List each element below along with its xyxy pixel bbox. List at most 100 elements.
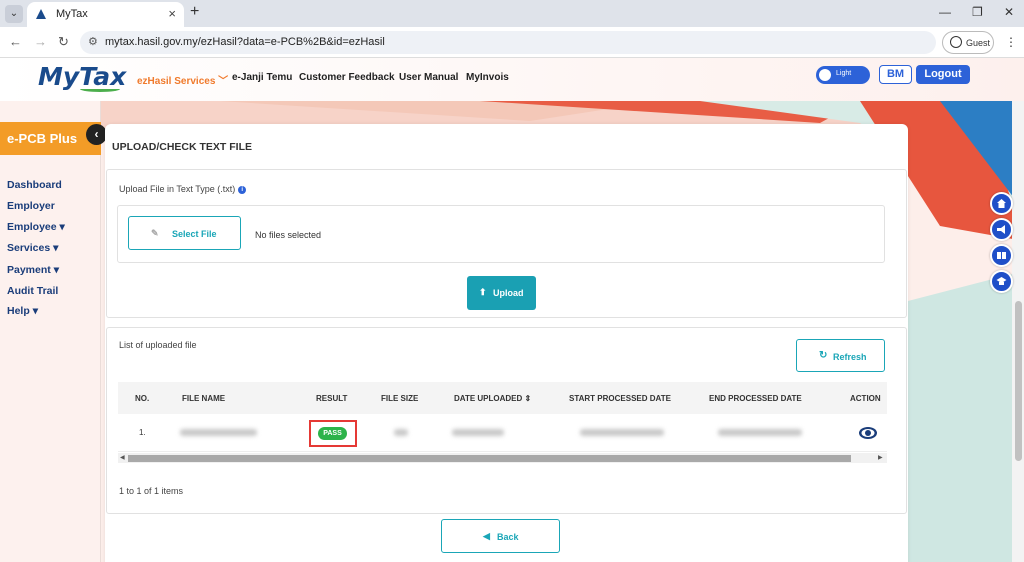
page-title: UPLOAD/CHECK TEXT FILE bbox=[112, 141, 253, 153]
column-header: FILE NAME bbox=[182, 394, 226, 403]
column-header: FILE SIZE bbox=[381, 394, 419, 403]
uploaded-list-label: List of uploaded file bbox=[119, 340, 197, 350]
file-picker-box: ✎ Select File No files selected bbox=[117, 205, 885, 263]
browser-address-bar: ← → ↻ ⚙ mytax.hasil.gov.my/ezHasil?data=… bbox=[0, 27, 1024, 58]
site-header: MyTax ezHasil Services ﹀ e-Janji Temu Cu… bbox=[0, 58, 1024, 101]
sidebar-item-help[interactable]: Help ▾ bbox=[7, 305, 38, 317]
chevron-down-icon: ﹀ bbox=[218, 76, 229, 87]
megaphone-icon bbox=[997, 225, 1005, 234]
eye-icon[interactable] bbox=[858, 426, 878, 440]
redacted-start-date bbox=[580, 429, 664, 436]
pagination-summary: 1 to 1 of 1 items bbox=[119, 486, 184, 496]
status-badge: PASS bbox=[318, 427, 347, 440]
sidebar-item-employee[interactable]: Employee ▾ bbox=[7, 221, 65, 233]
profile-button[interactable]: Guest bbox=[942, 31, 994, 54]
column-header: ACTION bbox=[850, 394, 881, 403]
nav-ezhasil-services[interactable]: ezHasil Services ﹀ bbox=[137, 72, 228, 87]
sort-icon: ⇕ bbox=[524, 394, 532, 403]
scroll-left-icon[interactable]: ◀ bbox=[120, 453, 125, 463]
table-scrollbar-thumb[interactable] bbox=[128, 455, 851, 462]
main-card: UPLOAD/CHECK TEXT FILE Upload File in Te… bbox=[105, 124, 908, 562]
profile-label: Guest bbox=[966, 38, 991, 48]
more-menu-icon[interactable]: ⋮ bbox=[1005, 35, 1017, 49]
chevron-left-icon[interactable]: ‹ bbox=[86, 124, 107, 145]
url-input[interactable]: ⚙ mytax.hasil.gov.my/ezHasil?data=e-PCB%… bbox=[80, 31, 936, 54]
refresh-button-label: Refresh bbox=[833, 352, 867, 362]
sidebar-item-employer[interactable]: Employer bbox=[7, 200, 55, 212]
sortable-column-header[interactable]: DATE UPLOADED ⇕ bbox=[454, 394, 531, 403]
uploaded-files-panel: List of uploaded file ↻ Refresh NO. FILE… bbox=[106, 327, 907, 514]
sidebar-item-payment[interactable]: Payment ▾ bbox=[7, 264, 59, 276]
paperclip-icon: ✎ bbox=[151, 228, 159, 238]
user-icon bbox=[950, 36, 962, 48]
home-float-button[interactable] bbox=[990, 192, 1013, 215]
forward-arrow-icon[interactable]: → bbox=[34, 34, 47, 49]
book-icon bbox=[997, 252, 1006, 259]
sidebar-item-audit-trail[interactable]: Audit Trail bbox=[7, 285, 58, 297]
home-icon bbox=[997, 199, 1006, 208]
page-scrollbar[interactable] bbox=[1012, 101, 1024, 562]
page-scrollbar-thumb[interactable] bbox=[1015, 301, 1022, 461]
reload-icon[interactable]: ↻ bbox=[58, 34, 69, 50]
education-float-button[interactable] bbox=[990, 270, 1013, 293]
scroll-right-icon[interactable]: ▶ bbox=[878, 453, 883, 463]
nav-myinvois[interactable]: MyInvois bbox=[466, 72, 509, 83]
minimize-icon[interactable]: — bbox=[939, 5, 951, 19]
caret-down-icon: ▾ bbox=[59, 221, 65, 233]
page: MyTax ezHasil Services ﹀ e-Janji Temu Cu… bbox=[0, 58, 1024, 562]
graduation-cap-icon bbox=[996, 277, 1007, 285]
manual-float-button[interactable] bbox=[990, 244, 1013, 267]
mytax-favicon-icon bbox=[36, 9, 46, 19]
column-header: RESULT bbox=[316, 394, 348, 403]
refresh-button[interactable]: ↻ Refresh bbox=[796, 339, 885, 372]
tab-title: MyTax bbox=[56, 8, 88, 20]
sidebar-item-services[interactable]: Services ▾ bbox=[7, 242, 58, 254]
refresh-icon: ↻ bbox=[819, 350, 828, 361]
url-text: mytax.hasil.gov.my/ezHasil?data=e-PCB%2B… bbox=[105, 36, 385, 48]
upload-button-label: Upload bbox=[493, 288, 524, 298]
upload-panel: Upload File in Text Type (.txt) i ✎ Selec… bbox=[106, 169, 907, 318]
toggle-knob bbox=[819, 69, 831, 81]
uploaded-files-table: NO. FILE NAME RESULT FILE SIZE DATE UPLO… bbox=[118, 382, 887, 467]
announcement-float-button[interactable] bbox=[990, 218, 1013, 241]
caret-down-icon: ▾ bbox=[32, 305, 38, 317]
select-file-button[interactable]: ✎ Select File bbox=[128, 216, 241, 250]
redacted-file-size bbox=[394, 429, 408, 436]
plus-icon[interactable]: + bbox=[190, 3, 199, 21]
nav-user-manual[interactable]: User Manual bbox=[399, 72, 458, 83]
sidebar-item-payment-label: Payment bbox=[7, 264, 51, 276]
column-header: START PROCESSED DATE bbox=[569, 394, 671, 403]
table-row: 1. PASS bbox=[118, 414, 887, 452]
redacted-file-name bbox=[180, 429, 257, 436]
chevron-down-icon: ⌄ bbox=[9, 8, 19, 19]
browser-tab[interactable]: MyTax × bbox=[27, 2, 184, 27]
info-icon[interactable]: i bbox=[238, 186, 247, 194]
column-header-label: DATE UPLOADED bbox=[454, 394, 523, 403]
window-close-icon[interactable]: ✕ bbox=[1004, 5, 1014, 19]
close-icon[interactable]: × bbox=[168, 6, 176, 21]
redacted-end-date bbox=[718, 429, 802, 436]
upload-button[interactable]: ⬆ Upload bbox=[467, 276, 536, 310]
tab-search-button[interactable]: ⌄ bbox=[5, 5, 23, 23]
nav-e-janji-temu[interactable]: e-Janji Temu bbox=[232, 72, 292, 83]
sidebar-item-dashboard[interactable]: Dashboard bbox=[7, 179, 62, 191]
sidebar-item-employee-label: Employee bbox=[7, 221, 57, 233]
upload-label: Upload File in Text Type (.txt) i bbox=[119, 184, 247, 194]
upload-icon: ⬆ bbox=[479, 287, 487, 297]
site-info-icon[interactable]: ⚙ bbox=[88, 35, 98, 48]
back-button[interactable]: ◀ Back bbox=[441, 519, 560, 553]
column-header: END PROCESSED DATE bbox=[709, 394, 802, 403]
arrow-left-circle-icon: ◀ bbox=[483, 531, 490, 541]
theme-toggle[interactable]: Light bbox=[816, 66, 870, 84]
back-arrow-icon[interactable]: ← bbox=[9, 34, 22, 49]
file-status-text: No files selected bbox=[255, 230, 322, 240]
logo-swoosh bbox=[80, 86, 120, 92]
language-button[interactable]: BM bbox=[879, 65, 912, 84]
restore-icon[interactable]: ❐ bbox=[972, 5, 983, 19]
nav-customer-feedback[interactable]: Customer Feedback bbox=[299, 72, 395, 83]
logout-button[interactable]: Logout bbox=[916, 65, 970, 84]
theme-toggle-label: Light bbox=[836, 70, 852, 77]
result-highlight: PASS bbox=[309, 420, 357, 447]
table-horizontal-scrollbar[interactable]: ◀ ▶ bbox=[118, 453, 887, 463]
table-header: NO. FILE NAME RESULT FILE SIZE DATE UPLO… bbox=[118, 382, 887, 414]
